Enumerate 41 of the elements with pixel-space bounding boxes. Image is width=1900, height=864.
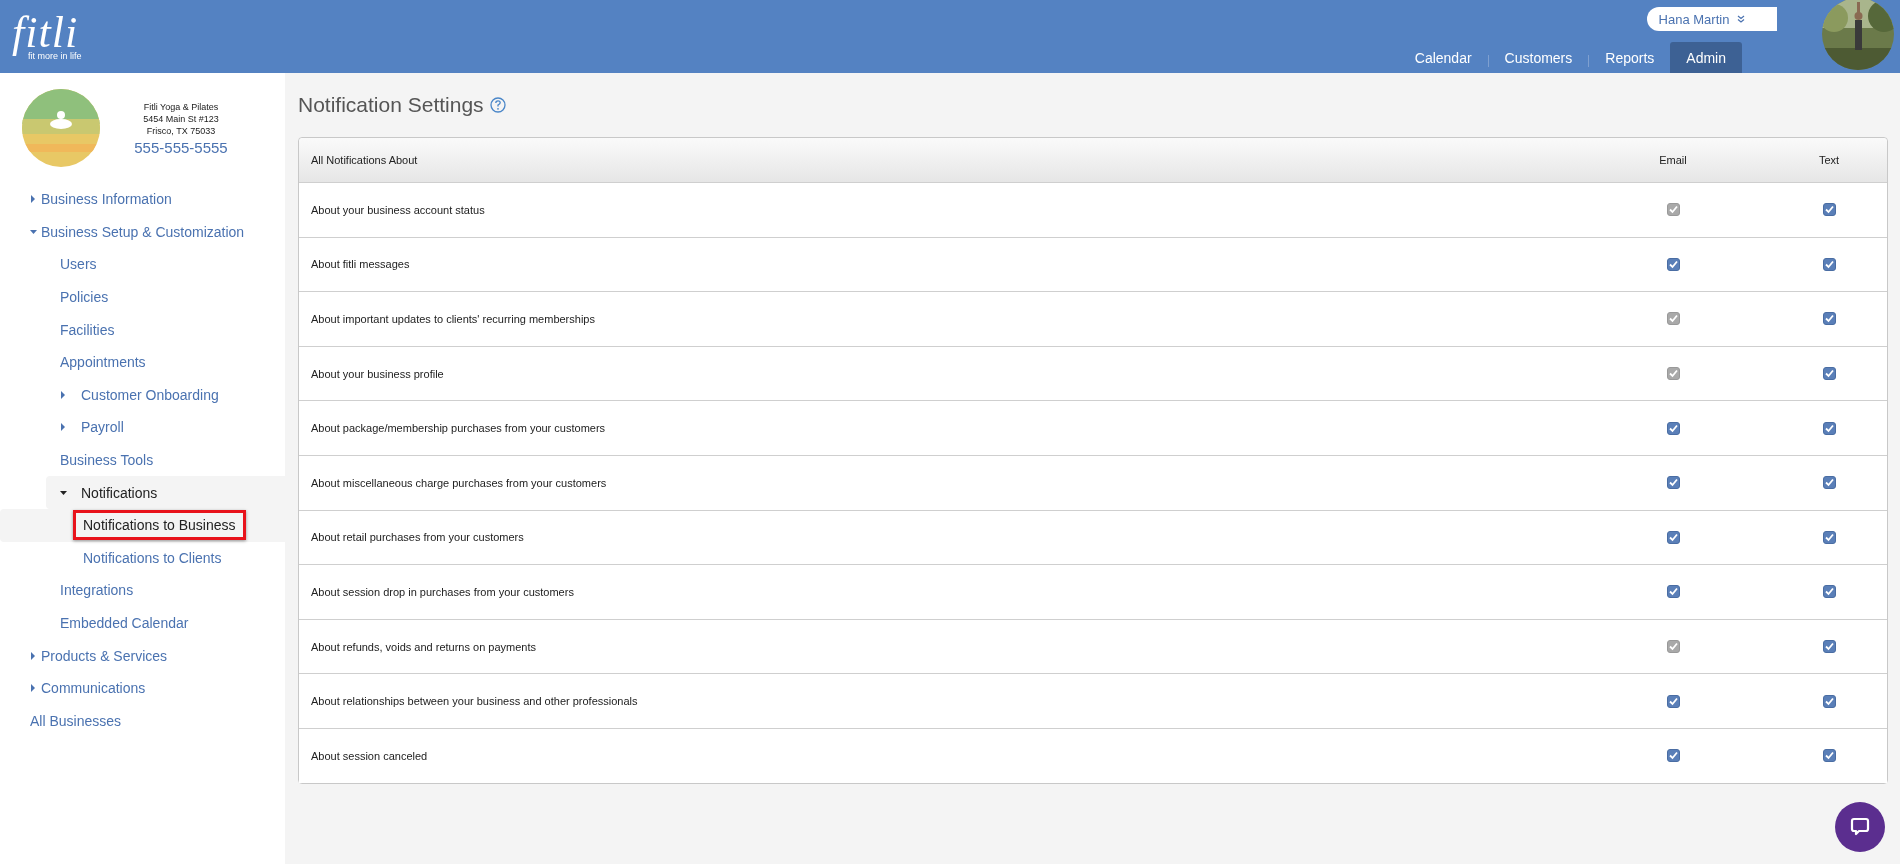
sidebar-item[interactable]: Payroll xyxy=(81,419,124,436)
sidebar-item[interactable]: Embedded Calendar xyxy=(60,615,189,631)
sidebar-item[interactable]: Business Information xyxy=(41,191,172,208)
column-header: All Notifications About xyxy=(310,154,418,166)
page-title: Notification Settings xyxy=(298,93,484,117)
business-phone: 555-555-5555 xyxy=(134,138,228,156)
sidebar-item[interactable]: Appointments xyxy=(60,354,146,371)
nav-tab[interactable]: Calendar xyxy=(1398,42,1488,73)
sidebar-item[interactable]: Policies xyxy=(60,289,109,306)
nav-tab[interactable]: Customers xyxy=(1488,42,1589,73)
column-header: Text xyxy=(1818,154,1840,166)
table-cell-text: About miscellaneous charge purchases from your customers xyxy=(310,476,607,489)
table-cell-text: About refunds, voids and returns on payments xyxy=(310,640,537,653)
table-cell-text: About package/membership purchases from your customers xyxy=(310,422,606,435)
sidebar-item[interactable]: Business Setup & Customization xyxy=(41,223,245,240)
sidebar-item[interactable]: Customer Onboarding xyxy=(81,386,219,403)
sidebar-item[interactable]: All Businesses xyxy=(30,712,122,729)
table-cell-text: About your business account status xyxy=(310,203,485,216)
table-cell-text: About fitli messages xyxy=(310,258,410,271)
business-city: Frisco, TX 75033 xyxy=(146,124,216,137)
sidebar-item[interactable]: Integrations xyxy=(60,582,134,599)
user-menu-button[interactable]: Hana Martin xyxy=(1647,7,1777,31)
table-cell-text: About retail purchases from your customers xyxy=(310,531,524,544)
sidebar-item[interactable]: Products & Services xyxy=(41,647,168,664)
sidebar-item[interactable]: Communications xyxy=(41,680,146,697)
sidebar-item[interactable]: Notifications xyxy=(81,484,158,501)
sidebar-item[interactable]: Notifications to Business xyxy=(73,510,246,541)
sidebar-item[interactable]: Users xyxy=(60,256,97,273)
sidebar-item[interactable]: Facilities xyxy=(60,321,115,338)
nav-tab[interactable]: Reports xyxy=(1589,42,1671,73)
column-header: Email xyxy=(1659,154,1687,166)
nav-tab[interactable]: Admin xyxy=(1670,42,1742,73)
sidebar-item[interactable]: Notifications to Clients xyxy=(83,549,222,566)
table-cell-text: About important updates to clients' recurring memberships xyxy=(310,313,595,325)
business-address: 5454 Main St #123 xyxy=(143,112,219,125)
sidebar-item[interactable]: Business Tools xyxy=(60,452,154,469)
table-cell-text: About session canceled xyxy=(310,749,428,762)
table-cell-text: About your business profile xyxy=(310,367,444,380)
table-cell-text: About session drop in purchases from your customers xyxy=(310,585,574,598)
table-cell-text: About relationships between your business and other professionals xyxy=(310,695,638,708)
business-name: Fitli Yoga & Pilates xyxy=(143,100,219,113)
